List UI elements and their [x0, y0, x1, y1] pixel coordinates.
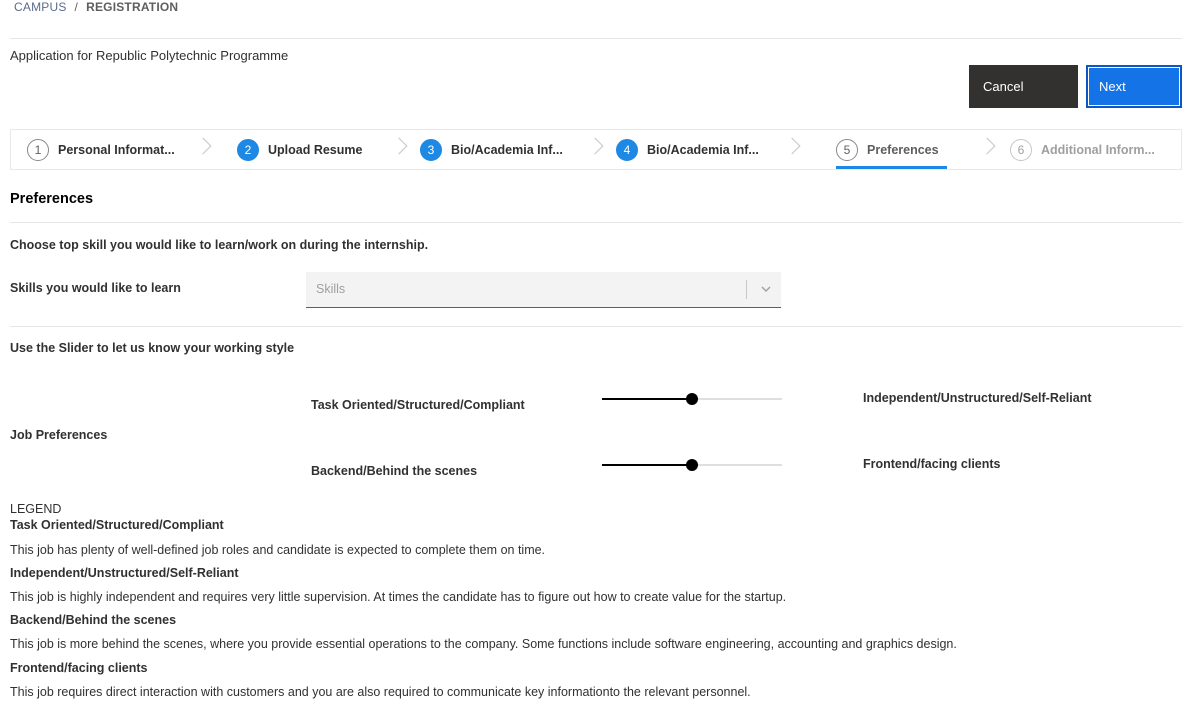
breadcrumb-current: REGISTRATION [86, 0, 179, 14]
breadcrumb: CAMPUS / REGISTRATION [14, 0, 178, 14]
slider-task-vs-independent[interactable] [602, 391, 782, 407]
legend-term: Backend/Behind the scenes [10, 613, 177, 627]
step-label: Additional Inform... [1041, 142, 1155, 157]
step-additional-information[interactable]: 6 Additional Inform... [1010, 130, 1155, 169]
cancel-button[interactable]: Cancel [969, 65, 1078, 108]
section-divider [10, 222, 1182, 223]
slider-fill [602, 464, 692, 466]
chevron-right-icon [586, 137, 604, 155]
chevron-right-icon [783, 137, 801, 155]
slider-thumb[interactable] [686, 393, 698, 405]
step-label: Preferences [867, 142, 939, 157]
section-title: Preferences [10, 191, 94, 207]
slider-fill [602, 398, 692, 400]
step-number: 5 [836, 138, 858, 161]
chevron-right-icon [390, 137, 408, 155]
active-step-indicator [836, 166, 947, 169]
step-number: 6 [1010, 138, 1032, 161]
legend-description: This job is more behind the scenes, wher… [10, 637, 957, 651]
step-label: Personal Informat... [58, 142, 175, 157]
slider-2-left-label: Backend/Behind the scenes [311, 464, 478, 478]
step-label: Bio/Academia Inf... [451, 142, 563, 157]
slider-2-right-label: Frontend/facing clients [863, 457, 1001, 471]
step-label: Bio/Academia Inf... [647, 142, 759, 157]
step-number: 4 [616, 138, 638, 161]
breadcrumb-separator: / [74, 0, 79, 14]
skills-placeholder: Skills [316, 282, 346, 296]
legend-term: Task Oriented/Structured/Compliant [10, 518, 224, 532]
skills-question: Choose top skill you would like to learn… [10, 238, 429, 252]
breadcrumb-campus-link[interactable]: CAMPUS [14, 0, 67, 14]
chevron-down-icon[interactable] [758, 281, 774, 297]
slider-1-left-label: Task Oriented/Structured/Compliant [311, 398, 525, 412]
step-upload-resume[interactable]: 2 Upload Resume [237, 130, 362, 169]
step-number: 2 [237, 138, 259, 161]
wizard-stepper: 1 Personal Informat... 2 Upload Resume 3… [10, 129, 1182, 170]
chevron-right-icon [978, 137, 996, 155]
working-style-divider [10, 326, 1182, 327]
header-divider [10, 38, 1182, 39]
job-preferences-label: Job Preferences [10, 428, 108, 442]
skills-dropdown[interactable]: Skills [306, 272, 781, 308]
legend-description: This job requires direct interaction wit… [10, 685, 751, 699]
slider-thumb[interactable] [686, 459, 698, 471]
step-preferences[interactable]: 5 Preferences [836, 130, 939, 169]
legend-term: Frontend/facing clients [10, 661, 148, 675]
step-personal-information[interactable]: 1 Personal Informat... [27, 130, 175, 169]
next-button[interactable]: Next [1086, 65, 1182, 108]
working-style-prompt: Use the Slider to let us know your worki… [10, 341, 295, 355]
step-number: 1 [27, 138, 49, 161]
slider-1-right-label: Independent/Unstructured/Self-Reliant [863, 391, 1092, 405]
step-bio-academia-1[interactable]: 3 Bio/Academia Inf... [420, 130, 563, 169]
page-title: Application for Republic Polytechnic Pro… [10, 48, 289, 63]
step-number: 3 [420, 138, 442, 161]
legend-heading: LEGEND [10, 502, 62, 516]
chevron-right-icon [194, 137, 212, 155]
step-label: Upload Resume [268, 142, 363, 157]
skills-label: Skills you would like to learn [10, 281, 181, 295]
legend-description: This job is highly independent and requi… [10, 590, 787, 604]
dropdown-separator [746, 280, 747, 299]
step-bio-academia-2[interactable]: 4 Bio/Academia Inf... [616, 130, 759, 169]
slider-backend-vs-frontend[interactable] [602, 457, 782, 473]
legend-description: This job has plenty of well-defined job … [10, 543, 546, 557]
legend-term: Independent/Unstructured/Self-Reliant [10, 566, 239, 580]
